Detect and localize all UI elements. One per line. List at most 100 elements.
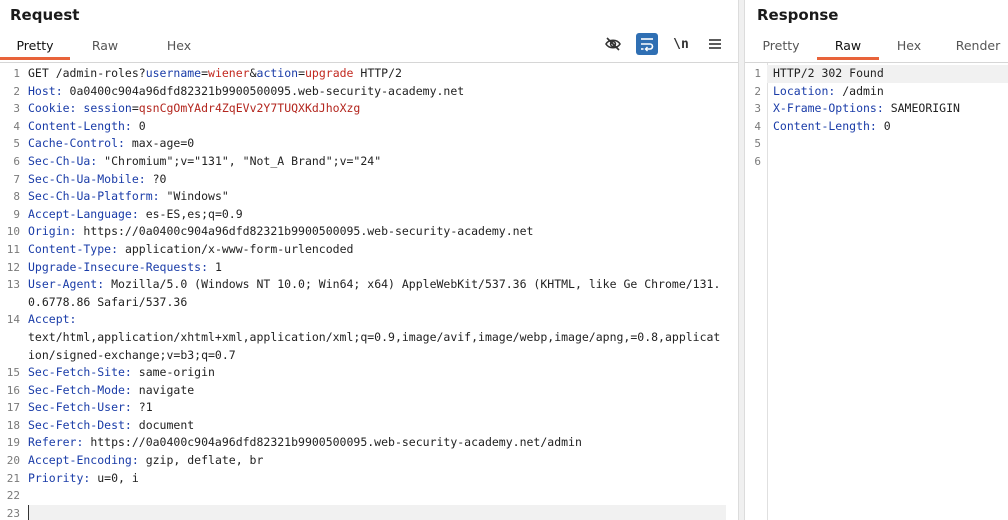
tab-pretty[interactable]: Pretty: [0, 36, 70, 60]
code-line[interactable]: 4 Content-Length: 0: [745, 118, 1008, 136]
code-line[interactable]: 23: [0, 504, 738, 520]
response-code[interactable]: 1 HTTP/2 302 Found 2 Location: /admin 3 X-Fra…: [745, 65, 1008, 171]
code-line[interactable]: 3 X-Frame-Options: SAMEORIGIN: [745, 100, 1008, 118]
request-code[interactable]: 1 GET /admin-roles?username=wiener&action…: [0, 65, 738, 520]
token: "Chromium";v="131", "Not_A Brand";v="24": [104, 153, 382, 168]
code-line[interactable]: 12 Upgrade-Insecure-Requests: 1: [0, 259, 738, 277]
line-number: 20: [6, 454, 20, 468]
code-line[interactable]: 4 Content-Length: 0: [0, 118, 738, 136]
code-line[interactable]: 20 Accept-Encoding: gzip, deflate, br: [0, 452, 738, 470]
code-line[interactable]: 17 Sec-Fetch-User: ?1: [0, 399, 738, 417]
code-line[interactable]: 5: [745, 135, 1008, 153]
line-number: 13: [6, 278, 20, 292]
code-line[interactable]: 6: [745, 153, 1008, 171]
line-text: Accept-Encoding: gzip, deflate, br: [28, 452, 738, 470]
response-title: Response: [757, 6, 839, 24]
token: SAMEORIGIN: [890, 101, 960, 116]
code-line[interactable]: 19 Referer: https://0a0400c904a96dfd82321…: [0, 434, 738, 452]
code-line[interactable]: 18 Sec-Fetch-Dest: document: [0, 417, 738, 435]
tab-render[interactable]: Render: [939, 36, 1008, 60]
token-hn: Origin:: [28, 224, 84, 239]
code-line[interactable]: 7 Sec-Ch-Ua-Mobile: ?0: [0, 171, 738, 189]
line-number: 1: [754, 67, 761, 80]
request-editor[interactable]: 1 GET /admin-roles?username=wiener&action…: [0, 62, 738, 520]
token: max-age=0: [131, 136, 195, 151]
token: 0: [138, 118, 146, 133]
line-text: Sec-Ch-Ua-Mobile: ?0: [28, 171, 738, 189]
line-number: 4: [754, 119, 761, 133]
line-text: Sec-Fetch-Dest: document: [28, 417, 738, 435]
code-line[interactable]: 5 Cache-Control: max-age=0: [0, 135, 738, 153]
line-text: Sec-Ch-Ua-Platform: "Windows": [28, 188, 738, 206]
code-line[interactable]: 1 GET /admin-roles?username=wiener&action…: [0, 65, 738, 83]
token-hn: Sec-Fetch-Dest:: [28, 417, 139, 432]
code-line[interactable]: 8 Sec-Ch-Ua-Platform: "Windows": [0, 188, 738, 206]
line-text: GET /admin-roles?username=wiener&action=…: [28, 65, 738, 83]
tab-hex[interactable]: Hex: [879, 36, 939, 60]
code-line[interactable]: 14 Accept: text/html,application/xhtml+xm…: [0, 311, 738, 364]
line-number: 8: [13, 190, 20, 204]
line-number: 16: [6, 383, 20, 397]
token-hn: Referer:: [28, 435, 91, 450]
line-text: [28, 504, 726, 520]
code-line[interactable]: 9 Accept-Language: es-ES,es;q=0.9: [0, 206, 738, 224]
token-hn: Sec-Fetch-Site:: [28, 365, 139, 380]
token: 0a0400c904a96dfd82321b9900500095.web-sec…: [69, 83, 465, 98]
line-number: 3: [754, 102, 761, 116]
tab-raw[interactable]: Raw: [817, 36, 879, 60]
token-hn: Cookie:: [28, 101, 84, 116]
tab-pretty[interactable]: Pretty: [745, 36, 817, 60]
line-number: 9: [13, 207, 20, 221]
token-hn: X-Frame-Options:: [773, 101, 891, 116]
menu-icon[interactable]: [704, 33, 726, 55]
code-line[interactable]: 13 User-Agent: Mozilla/5.0 (Windows NT 10…: [0, 276, 738, 311]
line-number: 5: [754, 137, 761, 151]
hide-icon[interactable]: [602, 33, 624, 55]
token-hn: User-Agent:: [28, 277, 112, 292]
token: es-ES,es;q=0.9: [145, 206, 243, 221]
code-line[interactable]: 6 Sec-Ch-Ua: "Chromium";v="131", "Not_A B…: [0, 153, 738, 171]
token-hn: Sec-Ch-Ua:: [28, 153, 105, 168]
token: =: [298, 66, 305, 80]
line-number: 19: [6, 436, 20, 450]
token: 0: [883, 118, 891, 133]
token: application/x-www-form-urlencoded: [124, 241, 354, 256]
response-editor[interactable]: 1 HTTP/2 302 Found 2 Location: /admin 3 X-Fra…: [745, 62, 1008, 520]
tab-hex[interactable]: Hex: [140, 36, 218, 60]
code-line[interactable]: 10 Origin: https://0a0400c904a96dfd82321b…: [0, 223, 738, 241]
code-line[interactable]: 22: [0, 487, 738, 505]
line-text: Content-Length: 0: [767, 118, 1008, 136]
line-number: 23: [6, 506, 20, 520]
token: text/html,application/xhtml+xml,applicat…: [28, 329, 721, 362]
token: navigate: [138, 382, 195, 397]
code-line[interactable]: 11 Content-Type: application/x-www-form-u…: [0, 241, 738, 259]
token: gzip, deflate, br: [145, 453, 264, 468]
code-line[interactable]: 3 Cookie: session=qsnCgOmYAdr4ZqEVv2Y7TUQ…: [0, 100, 738, 118]
token: "Windows": [166, 189, 229, 204]
line-number: 11: [6, 242, 20, 256]
code-line[interactable]: 21 Priority: u=0, i: [0, 470, 738, 488]
code-line[interactable]: 16 Sec-Fetch-Mode: navigate: [0, 382, 738, 400]
line-number: 3: [13, 102, 20, 116]
token-pv: upgrade: [305, 66, 354, 80]
code-line[interactable]: 1 HTTP/2 302 Found: [745, 65, 1008, 83]
line-number: 1: [13, 67, 20, 80]
code-line[interactable]: 2 Location: /admin: [745, 83, 1008, 101]
token: ?1: [138, 400, 153, 415]
wrap-icon[interactable]: [636, 33, 658, 55]
line-text: [767, 153, 1008, 171]
token: =: [201, 66, 209, 80]
line-text: Sec-Fetch-Mode: navigate: [28, 382, 738, 400]
token-hn: Sec-Fetch-Mode:: [28, 382, 139, 397]
token-hn: Content-Type:: [28, 241, 125, 256]
token-hn: Content-Length:: [28, 118, 139, 133]
code-line[interactable]: 15 Sec-Fetch-Site: same-origin: [0, 364, 738, 382]
token-hn: Sec-Ch-Ua-Mobile:: [28, 171, 153, 186]
panel-divider[interactable]: [738, 0, 745, 520]
line-text: Location: /admin: [767, 83, 1008, 101]
code-line[interactable]: 2 Host: 0a0400c904a96dfd82321b9900500095.…: [0, 83, 738, 101]
newline-toggle[interactable]: \n: [670, 33, 692, 55]
tab-raw[interactable]: Raw: [70, 36, 140, 60]
request-tabs: Pretty Raw Hex: [0, 36, 218, 60]
line-text: Accept-Language: es-ES,es;q=0.9: [28, 206, 738, 224]
